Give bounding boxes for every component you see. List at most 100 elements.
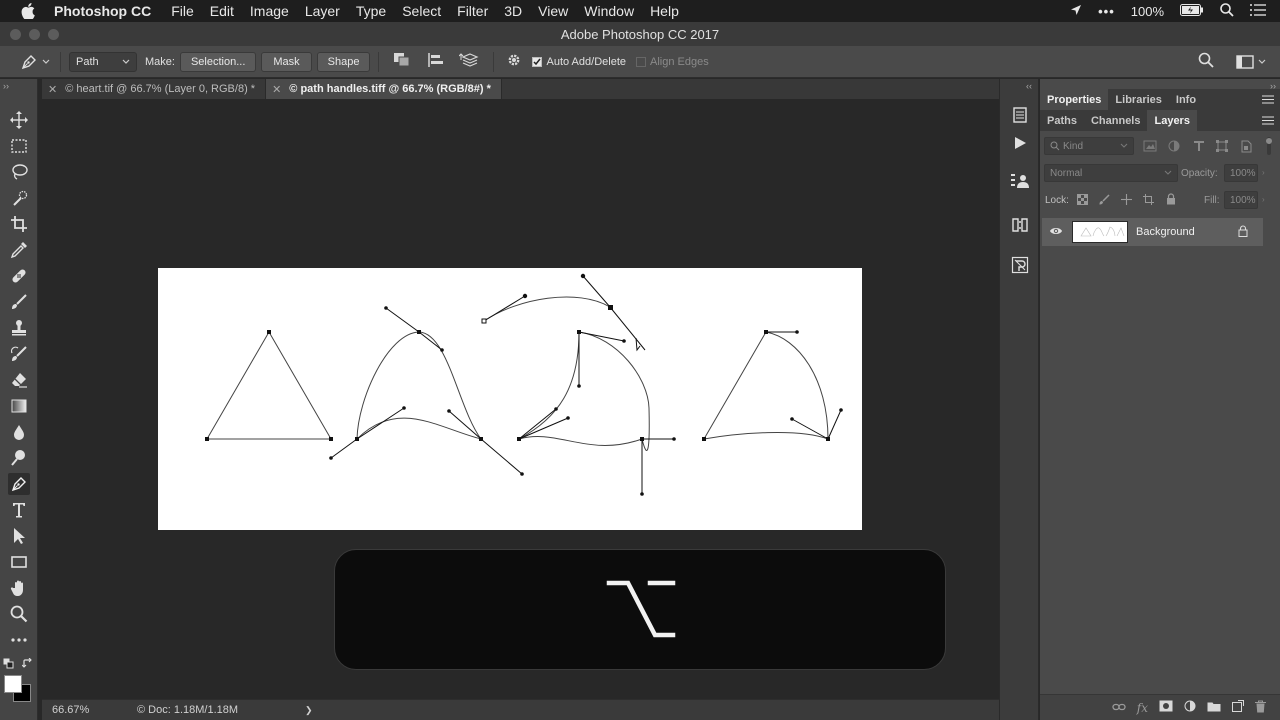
new-adjustment-layer-icon[interactable]	[1184, 700, 1196, 715]
path-alignment-icon[interactable]	[427, 52, 445, 71]
location-arrow-icon[interactable]	[1070, 4, 1082, 19]
add-mask-icon[interactable]	[1159, 700, 1173, 715]
filter-shape-icon[interactable]	[1216, 140, 1228, 155]
history-panel-icon[interactable]	[1008, 103, 1032, 127]
opacity-field[interactable]: 100%	[1224, 164, 1258, 182]
tab-layers[interactable]: Layers	[1147, 110, 1197, 131]
swap-colors-icon[interactable]	[21, 657, 33, 672]
layer-effects-fx-icon[interactable]: fx	[1137, 701, 1148, 715]
apple-logo-icon[interactable]	[17, 0, 39, 22]
filter-toggle-switch[interactable]	[1266, 137, 1272, 155]
filter-smart-object-icon[interactable]	[1240, 140, 1252, 156]
lock-image-pixels-icon[interactable]	[1099, 194, 1110, 208]
crop-tool-icon[interactable]	[8, 213, 30, 235]
document-size-info[interactable]: © Doc: 1.18M/1.18M	[137, 704, 238, 716]
auto-add-delete-option[interactable]: Auto Add/Delete	[532, 56, 626, 68]
menu-view[interactable]: View	[530, 3, 576, 19]
eye-visibility-icon[interactable]	[1049, 225, 1063, 239]
path-arrangement-icon[interactable]	[459, 51, 481, 72]
menu-edit[interactable]: Edit	[202, 3, 242, 19]
menu-select[interactable]: Select	[394, 3, 449, 19]
blend-mode-select[interactable]: Normal	[1044, 164, 1178, 182]
menu-type[interactable]: Type	[348, 3, 394, 19]
blur-tool-icon[interactable]	[8, 421, 30, 443]
layer-name[interactable]: Background	[1136, 226, 1195, 238]
strip-collapse-icon[interactable]: ‹‹	[1026, 81, 1032, 91]
spotlight-search-icon[interactable]	[1220, 2, 1234, 20]
more-tools-icon[interactable]	[8, 629, 30, 651]
menu-file[interactable]: File	[163, 3, 202, 19]
filter-type-icon[interactable]	[1193, 140, 1205, 155]
gear-icon[interactable]	[506, 52, 522, 71]
brush-tool-icon[interactable]	[8, 291, 30, 313]
make-mask-button[interactable]: Mask	[261, 51, 312, 72]
new-group-folder-icon[interactable]	[1207, 701, 1221, 715]
document-canvas[interactable]	[158, 268, 862, 530]
tab-properties[interactable]: Properties	[1040, 89, 1109, 110]
path-mode-select[interactable]: Path	[69, 51, 137, 72]
document-tab-heart[interactable]: ✕ © heart.tif @ 66.7% (Layer 0, RGB/8) *	[42, 79, 267, 99]
filter-pixel-icon[interactable]	[1143, 140, 1157, 155]
canvas-workspace[interactable]: ⌥	[42, 99, 999, 699]
filter-adjustment-icon[interactable]	[1168, 140, 1180, 155]
paragraph-styles-icon[interactable]	[1008, 253, 1032, 277]
auto-add-delete-checkbox[interactable]	[532, 56, 543, 67]
search-icon[interactable]	[1198, 52, 1214, 71]
menu-window[interactable]: Window	[576, 3, 642, 19]
lock-position-icon[interactable]	[1121, 194, 1132, 208]
make-shape-button[interactable]: Shape	[316, 51, 371, 72]
fill-slider-arrow-icon[interactable]: ›	[1262, 195, 1265, 204]
tab-libraries[interactable]: Libraries	[1108, 89, 1168, 110]
new-layer-icon[interactable]	[1232, 700, 1244, 715]
default-colors-icon[interactable]	[3, 658, 14, 672]
foreground-color-swatch[interactable]	[4, 675, 22, 693]
eraser-tool-icon[interactable]	[8, 369, 30, 391]
window-close-button[interactable]	[10, 29, 21, 40]
panels-collapse-icon[interactable]: ››	[1270, 81, 1276, 91]
layer-kind-filter[interactable]: Kind	[1044, 137, 1134, 155]
eyedropper-tool-icon[interactable]	[8, 239, 30, 261]
path-operations-icon[interactable]	[393, 52, 411, 71]
move-tool-icon[interactable]	[8, 109, 30, 131]
zoom-level[interactable]: 66.67%	[52, 704, 132, 716]
menu-filter[interactable]: Filter	[449, 3, 496, 19]
clone-stamp-tool-icon[interactable]	[8, 317, 30, 339]
toolbar-collapse-icon[interactable]: ››	[3, 81, 9, 91]
menu-help[interactable]: Help	[642, 3, 687, 19]
status-menu-arrow-icon[interactable]: ❯	[305, 705, 313, 716]
app-menu[interactable]: Photoshop CC	[54, 3, 163, 19]
healing-brush-tool-icon[interactable]	[8, 265, 30, 287]
document-tab-path-handles[interactable]: ✕ © path handles.tiff @ 66.7% (RGB/8#) *	[266, 79, 502, 99]
type-tool-icon[interactable]	[8, 499, 30, 521]
more-dots-icon[interactable]: •••	[1098, 4, 1115, 19]
marquee-tool-icon[interactable]	[8, 135, 30, 157]
panel-menu-icon[interactable]	[1262, 95, 1274, 107]
clone-source-icon[interactable]	[1008, 213, 1032, 237]
menu-layer[interactable]: Layer	[297, 3, 348, 19]
make-selection-button[interactable]: Selection...	[179, 51, 257, 72]
path-selection-tool-icon[interactable]	[8, 525, 30, 547]
quick-selection-tool-icon[interactable]	[8, 187, 30, 209]
pen-tool-icon[interactable]	[8, 473, 30, 495]
battery-charging-icon[interactable]	[1180, 3, 1204, 19]
zoom-tool-icon[interactable]	[8, 603, 30, 625]
dodge-tool-icon[interactable]	[8, 447, 30, 469]
lock-all-icon[interactable]	[1166, 193, 1176, 208]
pen-tool-preset-icon[interactable]	[20, 53, 50, 71]
panel-menu-icon[interactable]	[1262, 116, 1274, 128]
lock-artboard-icon[interactable]	[1143, 194, 1154, 208]
notification-center-icon[interactable]	[1250, 3, 1266, 19]
fill-field[interactable]: 100%	[1224, 191, 1258, 209]
close-tab-icon[interactable]: ✕	[272, 83, 281, 96]
layer-thumbnail[interactable]	[1072, 221, 1128, 243]
link-layers-icon[interactable]	[1112, 701, 1126, 715]
workspace-switcher-icon[interactable]	[1236, 54, 1266, 69]
tab-paths[interactable]: Paths	[1040, 110, 1084, 131]
lasso-tool-icon[interactable]	[8, 161, 30, 183]
hand-tool-icon[interactable]	[8, 577, 30, 599]
menu-3d[interactable]: 3D	[496, 3, 530, 19]
gradient-tool-icon[interactable]	[8, 395, 30, 417]
close-tab-icon[interactable]: ✕	[48, 83, 57, 96]
tab-info[interactable]: Info	[1169, 89, 1203, 110]
window-minimize-button[interactable]	[29, 29, 40, 40]
